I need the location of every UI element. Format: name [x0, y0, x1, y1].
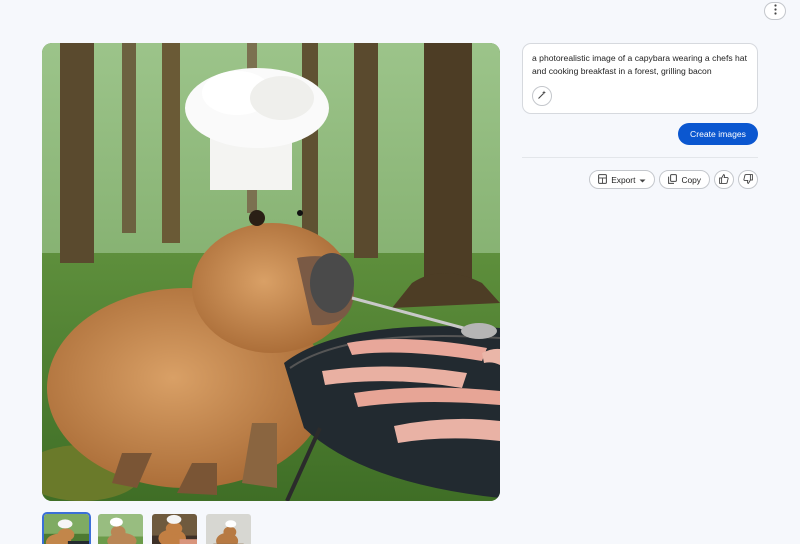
export-label: Export [611, 174, 636, 185]
thumbnail-3[interactable] [150, 512, 199, 544]
thumb-up-button[interactable] [714, 170, 734, 189]
copy-label: Copy [681, 174, 701, 185]
thumb-down-icon [743, 171, 753, 189]
image-actions: Export Copy [589, 170, 758, 189]
more-vert-icon [773, 2, 777, 20]
thumbnail-1[interactable] [42, 512, 91, 544]
sheets-icon [598, 173, 608, 186]
caret-down-icon [639, 175, 646, 185]
thumb-up-icon [719, 171, 729, 189]
thumbnail-4[interactable] [204, 512, 253, 544]
more-options-button[interactable] [764, 2, 786, 20]
image-thumbnails [42, 512, 253, 544]
create-images-button[interactable]: Create images [678, 123, 758, 145]
thumbnail-2[interactable] [96, 512, 145, 544]
magic-wand-icon [537, 87, 547, 105]
divider [522, 157, 758, 158]
generated-image[interactable] [42, 43, 500, 501]
copy-icon [668, 173, 678, 186]
prompt-text[interactable]: a photorealistic image of a capybara wea… [532, 52, 748, 78]
thumb-down-button[interactable] [738, 170, 758, 189]
prompt-box[interactable]: a photorealistic image of a capybara wea… [522, 43, 758, 114]
export-button[interactable]: Export [589, 170, 656, 189]
copy-button[interactable]: Copy [659, 170, 710, 189]
refine-prompt-button[interactable] [532, 86, 552, 106]
